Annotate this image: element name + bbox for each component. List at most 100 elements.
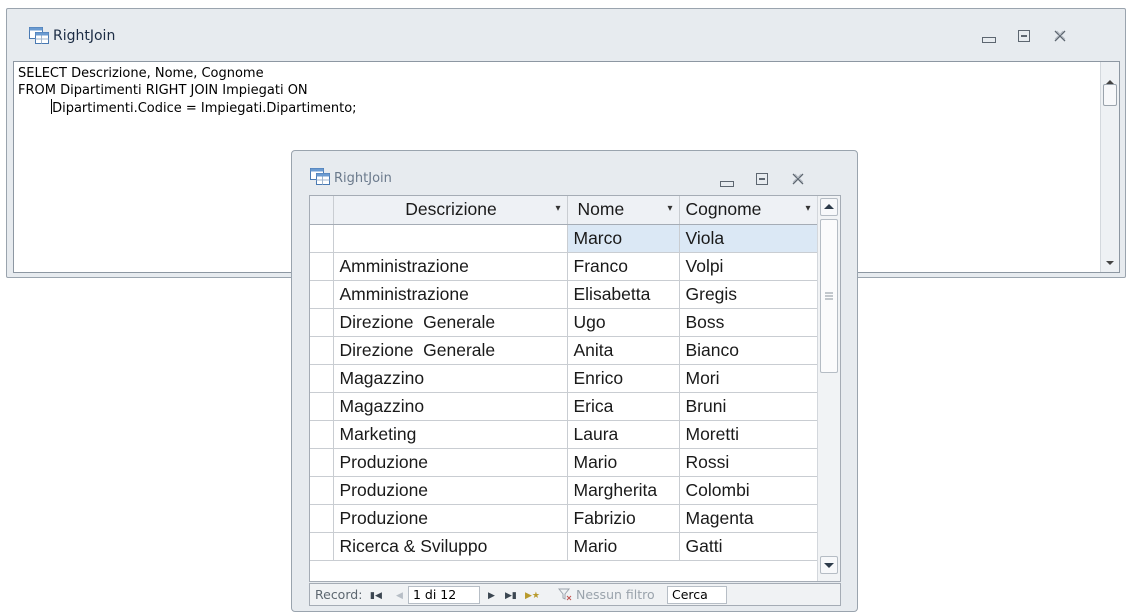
table-row[interactable]: Magazzino Erica Bruni [310, 392, 818, 421]
record-selector[interactable] [310, 420, 334, 449]
cell-cognome[interactable]: Bianco [679, 336, 818, 365]
cell-descrizione[interactable]: Produzione [333, 504, 568, 533]
cell-descrizione[interactable]: Amministrazione [333, 252, 568, 281]
close-icon[interactable] [1050, 28, 1070, 42]
cell-nome[interactable]: Ugo [567, 308, 680, 337]
record-selector[interactable] [310, 252, 334, 281]
column-header-cognome[interactable]: Cognome ▾ [679, 196, 818, 225]
cell-nome[interactable]: Erica [567, 392, 680, 421]
cell-nome[interactable]: Elisabetta [567, 280, 680, 309]
scroll-thumb[interactable] [1103, 84, 1117, 106]
header-row: Descrizione ▾ Nome ▾ Cognome ▾ [310, 196, 818, 225]
record-selector[interactable] [310, 336, 334, 365]
cell-descrizione[interactable]: Ricerca & Sviluppo [333, 532, 568, 561]
cell-descrizione[interactable]: Marketing [333, 420, 568, 449]
scroll-down-icon[interactable] [1105, 252, 1115, 271]
cell-cognome[interactable]: Mori [679, 364, 818, 393]
cell-descrizione[interactable]: Amministrazione [333, 280, 568, 309]
filter-icon [557, 587, 572, 605]
dropdown-arrow-icon[interactable]: ▾ [555, 203, 560, 214]
cell-nome[interactable]: Franco [567, 252, 680, 281]
table-row[interactable]: Produzione Margherita Colombi [310, 476, 818, 505]
new-record-icon[interactable]: ▶★ [525, 588, 540, 604]
cell-nome[interactable]: Margherita [567, 476, 680, 505]
cell-nome[interactable]: Anita [567, 336, 680, 365]
filter-status-label[interactable]: Nessun filtro [576, 587, 655, 603]
next-record-icon[interactable]: ▶ [488, 588, 495, 604]
cell-descrizione[interactable] [333, 224, 568, 253]
close-icon[interactable] [788, 171, 808, 185]
cell-cognome[interactable]: Gatti [679, 532, 818, 561]
query-window-titlebar[interactable]: RightJoin [7, 9, 1125, 61]
table-row[interactable]: Direzione Generale Anita Bianco [310, 336, 818, 365]
record-navigation-bar: Record: ▮◀ ◀ 1 di 12 ▶ ▶▮ ▶★ Nessun filt… [309, 583, 841, 606]
scroll-up-button[interactable] [820, 198, 838, 216]
cell-cognome[interactable]: Moretti [679, 420, 818, 449]
cell-descrizione[interactable]: Produzione [333, 476, 568, 505]
cell-cognome[interactable]: Rossi [679, 448, 818, 477]
select-all-cell[interactable] [310, 196, 334, 225]
cell-descrizione[interactable]: Magazzino [333, 364, 568, 393]
cell-cognome[interactable]: Colombi [679, 476, 818, 505]
cell-descrizione[interactable]: Magazzino [333, 392, 568, 421]
record-selector[interactable] [310, 224, 334, 253]
restore-icon[interactable] [752, 171, 772, 185]
table-row[interactable]: Direzione Generale Ugo Boss [310, 308, 818, 337]
record-label: Record: [315, 587, 363, 602]
grip-icon [825, 292, 833, 300]
column-header-descrizione[interactable]: Descrizione ▾ [333, 196, 568, 225]
column-header-nome[interactable]: Nome ▾ [567, 196, 680, 225]
search-input[interactable]: Cerca [667, 586, 727, 604]
column-header-label: Nome [577, 199, 625, 220]
record-selector[interactable] [310, 504, 334, 533]
record-selector[interactable] [310, 392, 334, 421]
cell-cognome[interactable]: Boss [679, 308, 818, 337]
last-record-icon[interactable]: ▶▮ [505, 588, 517, 604]
table-row[interactable]: Produzione Mario Rossi [310, 448, 818, 477]
record-selector[interactable] [310, 476, 334, 505]
table-row[interactable]: Amministrazione Franco Volpi [310, 252, 818, 281]
dropdown-arrow-icon[interactable]: ▾ [805, 203, 810, 214]
table-row[interactable]: Marketing Laura Moretti [310, 420, 818, 449]
cell-cognome[interactable]: Viola [679, 224, 818, 253]
datasheet-window-icon [29, 27, 49, 44]
datasheet-scrollbar[interactable] [817, 196, 840, 581]
previous-record-icon[interactable]: ◀ [396, 588, 403, 604]
table-row[interactable]: Produzione Fabrizio Magenta [310, 504, 818, 533]
sql-line-3-first-letter: D [52, 101, 63, 116]
cell-nome[interactable]: Mario [567, 532, 680, 561]
table-row[interactable]: Ricerca & Sviluppo Mario Gatti [310, 532, 818, 561]
cell-nome[interactable]: Mario [567, 448, 680, 477]
result-window-title: RightJoin [334, 171, 392, 186]
column-header-label: Descrizione [405, 199, 497, 220]
cell-nome[interactable]: Laura [567, 420, 680, 449]
cell-nome[interactable]: Enrico [567, 364, 680, 393]
record-selector[interactable] [310, 532, 334, 561]
record-selector[interactable] [310, 308, 334, 337]
cell-cognome[interactable]: Gregis [679, 280, 818, 309]
restore-icon[interactable] [1014, 28, 1034, 42]
sql-editor-scrollbar[interactable] [1100, 62, 1119, 272]
column-header-label: Cognome [685, 199, 762, 220]
cell-cognome[interactable]: Bruni [679, 392, 818, 421]
scroll-down-button[interactable] [820, 556, 838, 574]
table-row[interactable]: Magazzino Enrico Mori [310, 364, 818, 393]
minimize-icon[interactable] [717, 175, 737, 189]
dropdown-arrow-icon[interactable]: ▾ [667, 203, 672, 214]
record-selector[interactable] [310, 448, 334, 477]
table-row[interactable]: Amministrazione Elisabetta Gregis [310, 280, 818, 309]
minimize-icon[interactable] [979, 31, 999, 45]
cell-cognome[interactable]: Magenta [679, 504, 818, 533]
cell-cognome[interactable]: Volpi [679, 252, 818, 281]
cell-nome[interactable]: Fabrizio [567, 504, 680, 533]
scroll-thumb[interactable] [820, 219, 838, 373]
cell-descrizione[interactable]: Produzione [333, 448, 568, 477]
record-selector[interactable] [310, 364, 334, 393]
cell-descrizione[interactable]: Direzione Generale [333, 336, 568, 365]
cell-descrizione[interactable]: Direzione Generale [333, 308, 568, 337]
record-selector[interactable] [310, 280, 334, 309]
cell-nome[interactable]: Marco [567, 224, 680, 253]
first-record-icon[interactable]: ▮◀ [370, 588, 382, 604]
table-row[interactable]: Marco Viola [310, 224, 818, 253]
current-record-field[interactable]: 1 di 12 [408, 586, 480, 604]
